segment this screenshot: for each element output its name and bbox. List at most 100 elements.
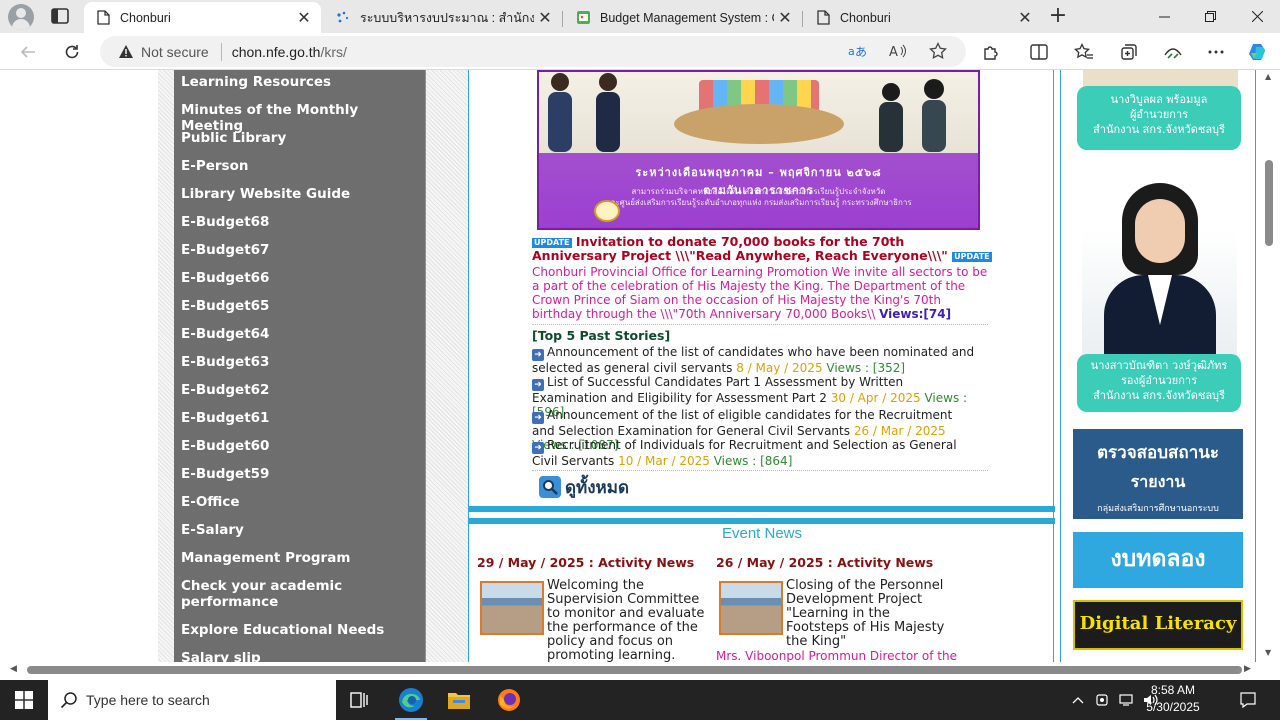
menu-e-salary[interactable]: E-Salary — [181, 522, 421, 538]
tab-chonburi[interactable]: Chonburi ✕ — [84, 2, 321, 33]
event-thumbnail[interactable] — [480, 581, 544, 635]
story-date: 10 / Mar / 2025 — [618, 454, 710, 468]
more-menu-icon[interactable] — [1202, 38, 1230, 66]
menu-e-budget66[interactable]: E-Budget66 — [181, 270, 421, 286]
event-description[interactable]: Welcoming the Supervision Committee to m… — [547, 579, 707, 663]
check-report-status-banner[interactable]: ตรวจสอบสถานะ รายงาน กลุ่มส่งเสริมการศึกษ… — [1073, 429, 1243, 519]
menu-educational-needs[interactable]: Explore Educational Needs — [181, 622, 421, 638]
trial-budget-banner[interactable]: งบทดลอง — [1073, 532, 1243, 588]
file-explorer-icon[interactable] — [435, 680, 483, 720]
menu-e-office[interactable]: E-Office — [181, 494, 421, 510]
close-tab-icon[interactable]: ✕ — [774, 7, 796, 29]
event-description[interactable]: Closing of the Personnel Development Pro… — [786, 579, 946, 649]
close-window-button[interactable] — [1234, 0, 1280, 33]
url-text[interactable]: chon.nfe.go.th/krs/ — [232, 44, 347, 60]
menu-e-budget65[interactable]: E-Budget65 — [181, 298, 421, 314]
section-bar — [469, 518, 1055, 524]
notifications-icon[interactable] — [1232, 680, 1264, 720]
headline-body: Chonburi Provincial Office for Learning … — [532, 265, 992, 321]
story-date: 26 / Mar / 2025 — [853, 424, 946, 438]
deputy-director-card: นางสาวบัณฑิตา วงษ์วุฒิภัทร รองผู้อำนวยกา… — [1077, 354, 1241, 412]
read-aloud-icon[interactable]: A — [887, 40, 909, 62]
tab-budget-thai[interactable]: ระบบบริหารงบประมาณ : สำนักงาน กศน ✕ — [324, 2, 563, 33]
collections-icon[interactable] — [1115, 38, 1143, 66]
story-views: Views : [864] — [713, 454, 793, 468]
vertical-scroll-thumb[interactable] — [1265, 160, 1273, 246]
digital-literacy-banner[interactable]: Digital Literacy — [1073, 600, 1243, 650]
divider — [532, 324, 988, 325]
book-donation-banner[interactable]: ระหว่างเดือนพฤษภาคม – พฤศจิกายน ๒๕๖๘ ตามว… — [537, 70, 980, 230]
view-all-button[interactable]: ดูทั้งหมด — [539, 474, 629, 500]
horizontal-scrollbar[interactable]: ◀ ▶ — [0, 662, 1260, 680]
menu-e-budget60[interactable]: E-Budget60 — [181, 438, 421, 454]
story-item[interactable]: ➜ Recruitment of Individuals for Recruitm… — [532, 438, 977, 468]
tab-budget-management[interactable]: Budget Management System : Of ✕ — [564, 2, 803, 33]
menu-e-budget61[interactable]: E-Budget61 — [181, 410, 421, 426]
edge-browser-icon[interactable] — [387, 680, 435, 720]
view-all-label[interactable]: ดูทั้งหมด — [565, 474, 629, 501]
url-path: /krs/ — [320, 43, 347, 60]
menu-e-person[interactable]: E-Person — [181, 158, 421, 174]
performance-icon[interactable] — [1159, 38, 1187, 66]
loading-icon — [335, 10, 351, 26]
event-thumbnail[interactable] — [719, 581, 783, 635]
menu-e-budget64[interactable]: E-Budget64 — [181, 326, 421, 342]
person-illustration — [922, 79, 946, 152]
close-tab-icon[interactable]: ✕ — [1014, 7, 1036, 29]
menu-e-budget62[interactable]: E-Budget62 — [181, 382, 421, 398]
firefox-icon[interactable] — [485, 680, 533, 720]
arrow-right-icon: ➜ — [532, 379, 544, 391]
menu-academic-performance[interactable]: Check your academic performance — [181, 578, 421, 610]
taskbar-search[interactable]: Type here to search — [48, 680, 336, 720]
minimize-button[interactable] — [1141, 0, 1187, 33]
story-item[interactable]: ➜ Announcement of the list of candidates … — [532, 345, 977, 375]
tab-title: Chonburi — [120, 10, 171, 25]
split-screen-icon[interactable] — [1025, 38, 1053, 66]
headline-title-text[interactable]: Invitation to donate 70,000 books for th… — [532, 234, 948, 263]
right-sidebar: นางวิบูลผล พร้อมมูล ผู้อำนวยการ สำนักงาน… — [1060, 70, 1256, 662]
top-stories-heading: [Top 5 Past Stories] — [532, 328, 671, 343]
extensions-icon[interactable] — [977, 38, 1005, 66]
menu-e-budget67[interactable]: E-Budget67 — [181, 242, 421, 258]
back-arrow-icon[interactable] — [14, 38, 42, 66]
tab-title: Budget Management System : Of — [600, 10, 774, 25]
task-view-icon[interactable] — [336, 680, 384, 720]
close-tab-icon[interactable]: ✕ — [293, 7, 315, 29]
menu-library-guide[interactable]: Library Website Guide — [181, 186, 421, 202]
person-illustration — [596, 73, 620, 152]
taskbar-clock[interactable]: 8:58 AM 5/30/2025 — [1126, 682, 1220, 716]
address-bar[interactable]: Not secure chon.nfe.go.th/krs/ — [100, 36, 966, 67]
menu-public-library[interactable]: Public Library — [181, 130, 421, 146]
translate-icon[interactable]: aあ — [846, 40, 868, 62]
favorites-icon[interactable] — [1070, 38, 1098, 66]
new-tab-button[interactable]: + — [1046, 5, 1070, 28]
menu-e-budget59[interactable]: E-Budget59 — [181, 466, 421, 482]
menu-learning-resources[interactable]: Learning Resources — [181, 74, 421, 90]
restore-button[interactable] — [1187, 0, 1233, 33]
headline-title[interactable]: UPDATE Invitation to donate 70,000 books… — [532, 235, 992, 263]
clock-time: 8:58 AM — [1150, 683, 1196, 697]
show-hidden-icons-icon[interactable] — [1068, 680, 1088, 720]
menu-salary-slip[interactable]: Salary slip — [181, 650, 421, 662]
vertical-scrollbar[interactable]: ▲ ▼ — [1260, 70, 1280, 662]
copilot-icon[interactable] — [1244, 38, 1272, 66]
tab-title: ระบบบริหารงบประมาณ : สำนักงาน กศน — [360, 10, 534, 25]
profile-avatar-icon[interactable] — [8, 4, 34, 30]
horizontal-scroll-thumb[interactable] — [27, 666, 1242, 674]
menu-management-program[interactable]: Management Program — [181, 550, 421, 566]
favorite-star-icon[interactable] — [927, 40, 949, 62]
browser-tab-strip: Chonburi ✕ ระบบบริหารงบประมาณ : สำนักงาน… — [0, 0, 1280, 33]
menu-e-budget68[interactable]: E-Budget68 — [181, 214, 421, 230]
security-label[interactable]: Not secure — [141, 44, 209, 60]
tab-chonburi-2[interactable]: Chonburi ✕ — [804, 2, 1042, 33]
windows-start-icon[interactable] — [0, 680, 48, 720]
svg-text:a: a — [848, 45, 855, 58]
refresh-icon[interactable] — [58, 38, 86, 66]
page-viewport: Learning Resources Minutes of the Monthl… — [0, 70, 1260, 662]
tab-actions-icon[interactable] — [49, 6, 71, 26]
warning-triangle-icon[interactable] — [117, 43, 135, 61]
divider — [532, 470, 988, 471]
close-tab-icon[interactable]: ✕ — [534, 7, 556, 29]
meet-now-icon[interactable] — [1092, 680, 1114, 720]
menu-e-budget63[interactable]: E-Budget63 — [181, 354, 421, 370]
